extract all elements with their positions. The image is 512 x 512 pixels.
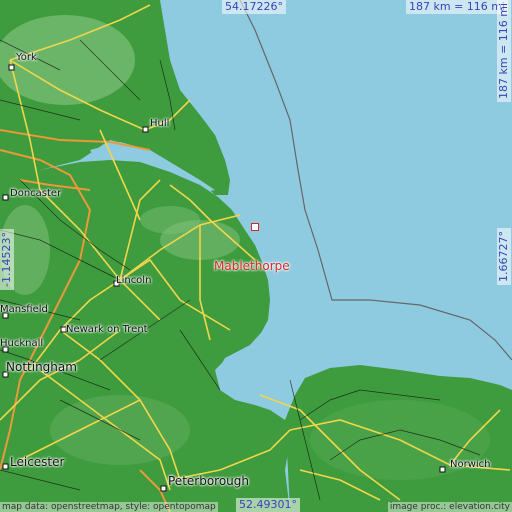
coord-top: 54.17226° — [222, 0, 286, 14]
city-leicester: Leicester — [10, 455, 65, 469]
city-hull: Hull — [150, 118, 170, 129]
coord-left: -1.14523° — [0, 229, 14, 290]
map-canvas — [0, 0, 512, 512]
city-mansfield: Mansfield — [0, 304, 48, 315]
image-attribution: image proc.: elevation.city — [387, 502, 512, 512]
city-norwich: Norwich — [450, 459, 491, 470]
coord-bottom: 52.49301° — [236, 498, 300, 512]
city-hucknall: Hucknall — [0, 338, 44, 349]
city-nottingham: Nottingham — [6, 360, 77, 374]
map-attribution: map data: openstreetmap, style: opentopo… — [0, 502, 218, 512]
highlight-label: Mablethorpe — [214, 259, 290, 273]
city-lincoln: Lincoln — [116, 275, 152, 286]
scale-horizontal: 187 km = 116 mi — [406, 0, 509, 14]
city-doncaster: Doncaster — [10, 188, 62, 199]
location-marker — [251, 223, 259, 231]
map-view[interactable]: 54.17226° 52.49301° -1.14523° 1.66727° 1… — [0, 0, 512, 512]
city-york: York — [16, 52, 37, 63]
city-newark: Newark on Trent — [66, 324, 148, 335]
coord-right: 1.66727° — [497, 228, 511, 285]
city-peterborough: Peterborough — [168, 474, 250, 488]
scale-vertical: 187 km = 116 mi — [497, 0, 511, 102]
